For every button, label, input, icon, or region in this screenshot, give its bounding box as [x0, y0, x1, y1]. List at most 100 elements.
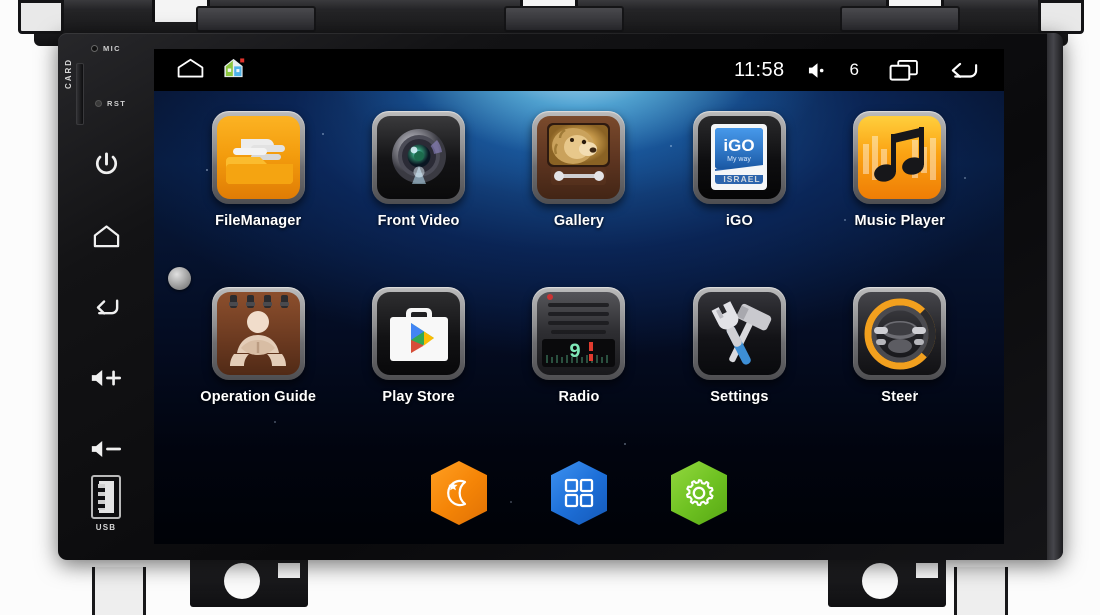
back-arrow-icon[interactable] — [947, 58, 980, 82]
launcher-house-icon — [224, 57, 245, 77]
app-icon-frame: 9 — [532, 287, 626, 380]
app-label: Front Video — [377, 213, 460, 229]
gear-icon — [686, 479, 714, 506]
manual-book-icon — [216, 292, 300, 375]
app-label: Radio — [558, 389, 600, 405]
all-apps-button[interactable] — [551, 461, 607, 525]
steering-wheel-icon — [858, 292, 942, 375]
recents-icon[interactable] — [889, 59, 919, 82]
app-label: Steer — [881, 389, 919, 405]
radio-icon: 9 — [537, 292, 621, 375]
mount-tab-2 — [504, 6, 624, 32]
svg-text:9: 9 — [569, 341, 581, 364]
mount-foot-left — [92, 567, 146, 615]
mount-ear-left — [18, 0, 64, 34]
reset-label: RST — [107, 99, 127, 108]
app-label: Music Player — [854, 213, 946, 229]
lcd-screen[interactable]: 11:58 6 FileManager Front Video Gallery … — [154, 49, 1004, 544]
dock-bar — [154, 454, 1004, 532]
app-label: Operation Guide — [200, 389, 317, 405]
app-label: FileManager — [215, 213, 302, 229]
sd-card-slot[interactable] — [76, 63, 84, 125]
file-manager-icon — [216, 116, 300, 199]
volume-level: 6 — [849, 60, 859, 79]
mount-bracket-right — [828, 553, 946, 607]
app-label: Play Store — [382, 389, 455, 405]
power-icon — [95, 152, 117, 175]
app-icon-frame — [211, 111, 305, 204]
reset-pinhole-icon[interactable] — [95, 100, 102, 107]
mount-foot-right — [954, 567, 1008, 615]
clock: 11:58 — [733, 58, 785, 81]
igo-navigation-icon: iGO My way ISRAEL — [697, 116, 781, 199]
status-bar-left — [176, 57, 245, 84]
night-mode-button[interactable] — [431, 461, 487, 525]
launcher-house-button[interactable] — [222, 57, 245, 84]
svg-text:My way: My way — [728, 156, 752, 163]
home-icon — [177, 58, 204, 77]
app-icon-frame — [372, 287, 466, 380]
svg-text:ISRAEL: ISRAEL — [724, 174, 761, 184]
bezel-button-column — [58, 129, 154, 484]
home-button[interactable] — [58, 200, 154, 271]
app-icon-frame: iGO My way ISRAEL — [692, 111, 786, 204]
app-icon-frame — [853, 111, 947, 204]
play-store-icon — [377, 292, 461, 375]
tools-icon — [697, 292, 781, 375]
app-label: Settings — [710, 389, 769, 405]
mount-tab-1 — [196, 6, 316, 32]
unit-right-edge — [1047, 33, 1063, 560]
app-label: iGO — [725, 213, 753, 229]
app-icon-frame — [211, 287, 305, 380]
app-grid: FileManager Front Video Gallery iGO My w… — [154, 91, 1004, 451]
app-icon-frame — [532, 111, 626, 204]
grid-icon — [564, 478, 594, 508]
volume-up-icon — [91, 369, 122, 386]
music-note-icon — [858, 116, 942, 199]
mic-label: MIC — [103, 44, 121, 53]
gallery-lion-icon — [537, 116, 621, 199]
camera-icon — [377, 116, 461, 199]
app-settings[interactable]: Settings — [659, 275, 819, 451]
app-play-store[interactable]: Play Store — [338, 275, 498, 451]
bracket-slot-left — [278, 563, 300, 578]
app-operation-guide[interactable]: Operation Guide — [178, 275, 338, 451]
volume-down-icon — [91, 440, 122, 457]
volume-down-button[interactable] — [58, 413, 154, 484]
app-filemanager[interactable]: FileManager — [178, 99, 338, 275]
mic-indicator: MIC — [91, 44, 121, 53]
status-bar-right: 11:58 6 — [734, 58, 980, 82]
moon-star-icon — [447, 479, 467, 507]
back-button[interactable] — [58, 271, 154, 342]
left-control-bezel: MIC CARD RST USB — [58, 33, 154, 560]
head-unit-body: MIC CARD RST USB 11:58 6 FileManager Fro… — [58, 33, 1063, 560]
app-igo[interactable]: iGO My way ISRAEL iGO — [659, 99, 819, 275]
reset-indicator[interactable]: RST — [95, 99, 126, 108]
bracket-slot-right — [916, 563, 938, 578]
app-music-player[interactable]: Music Player — [820, 99, 980, 275]
app-gallery[interactable]: Gallery — [499, 99, 659, 275]
app-icon-frame — [853, 287, 947, 380]
app-steer[interactable]: Steer — [820, 275, 980, 451]
back-arrow-icon — [96, 299, 118, 315]
usb-port-group[interactable]: USB — [58, 475, 154, 532]
status-bar: 11:58 6 — [154, 49, 1004, 91]
usb-port-icon[interactable] — [91, 475, 121, 519]
mount-bracket-left — [190, 553, 308, 607]
mic-hole-icon — [91, 45, 98, 52]
volume-up-button[interactable] — [58, 342, 154, 413]
app-icon-frame — [372, 111, 466, 204]
app-front-video[interactable]: Front Video — [338, 99, 498, 275]
status-home-button[interactable] — [176, 58, 205, 83]
app-radio[interactable]: 9 Radio — [499, 275, 659, 451]
svg-text:iGO: iGO — [724, 136, 755, 155]
power-button[interactable] — [58, 129, 154, 200]
app-label: Gallery — [553, 213, 605, 229]
speaker-icon[interactable] — [806, 61, 829, 80]
card-label: CARD — [64, 57, 74, 90]
mount-ear-right — [1038, 0, 1084, 34]
home-icon — [93, 224, 119, 247]
mount-tab-3 — [840, 6, 960, 32]
settings-button[interactable] — [671, 461, 727, 525]
app-icon-frame — [692, 287, 786, 380]
